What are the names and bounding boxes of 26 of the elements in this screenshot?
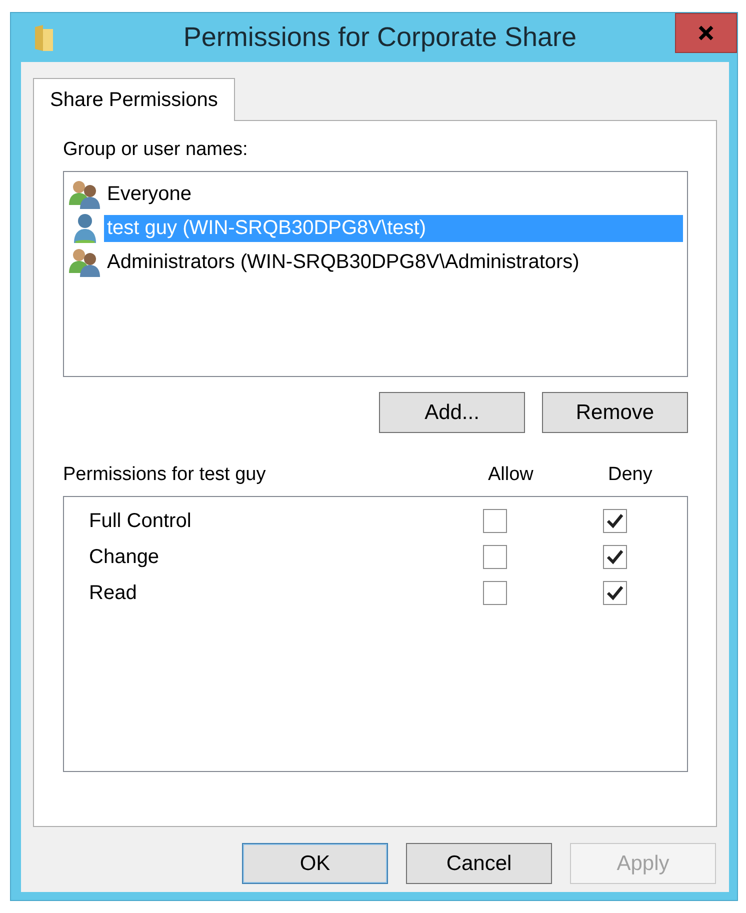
close-button[interactable] bbox=[675, 13, 737, 53]
column-header: Allow bbox=[488, 464, 534, 486]
checkbox[interactable] bbox=[483, 581, 507, 605]
tab[interactable]: Share Permissions bbox=[33, 78, 235, 121]
add-button[interactable]: Add... bbox=[379, 392, 525, 433]
users-icon bbox=[68, 247, 102, 277]
permission-name: Change bbox=[89, 546, 160, 568]
window-title: Permissions for Corporate Share bbox=[182, 22, 578, 53]
checkbox[interactable] bbox=[603, 509, 627, 533]
permission-name: Read bbox=[89, 582, 138, 604]
user-list-item[interactable]: Administrators (WIN-SRQB30DPG8V\Administrators) bbox=[104, 248, 582, 276]
dialog-button[interactable]: Cancel bbox=[406, 843, 552, 884]
checkbox[interactable] bbox=[483, 509, 507, 533]
checkbox[interactable] bbox=[603, 545, 627, 569]
folder-icon bbox=[33, 22, 55, 52]
checkbox[interactable] bbox=[483, 545, 507, 569]
users-label: Group or user names: bbox=[63, 139, 249, 161]
dialog-button[interactable]: OK bbox=[242, 843, 388, 884]
permissions-label: Permissions for test guy bbox=[63, 464, 267, 486]
users-icon bbox=[68, 179, 102, 209]
checkbox[interactable] bbox=[603, 581, 627, 605]
permission-name: Full Control bbox=[89, 510, 192, 532]
column-header: Deny bbox=[608, 464, 654, 486]
close-icon bbox=[698, 25, 714, 41]
remove-button[interactable]: Remove bbox=[542, 392, 688, 433]
user-list-item[interactable]: Everyone bbox=[104, 180, 194, 208]
